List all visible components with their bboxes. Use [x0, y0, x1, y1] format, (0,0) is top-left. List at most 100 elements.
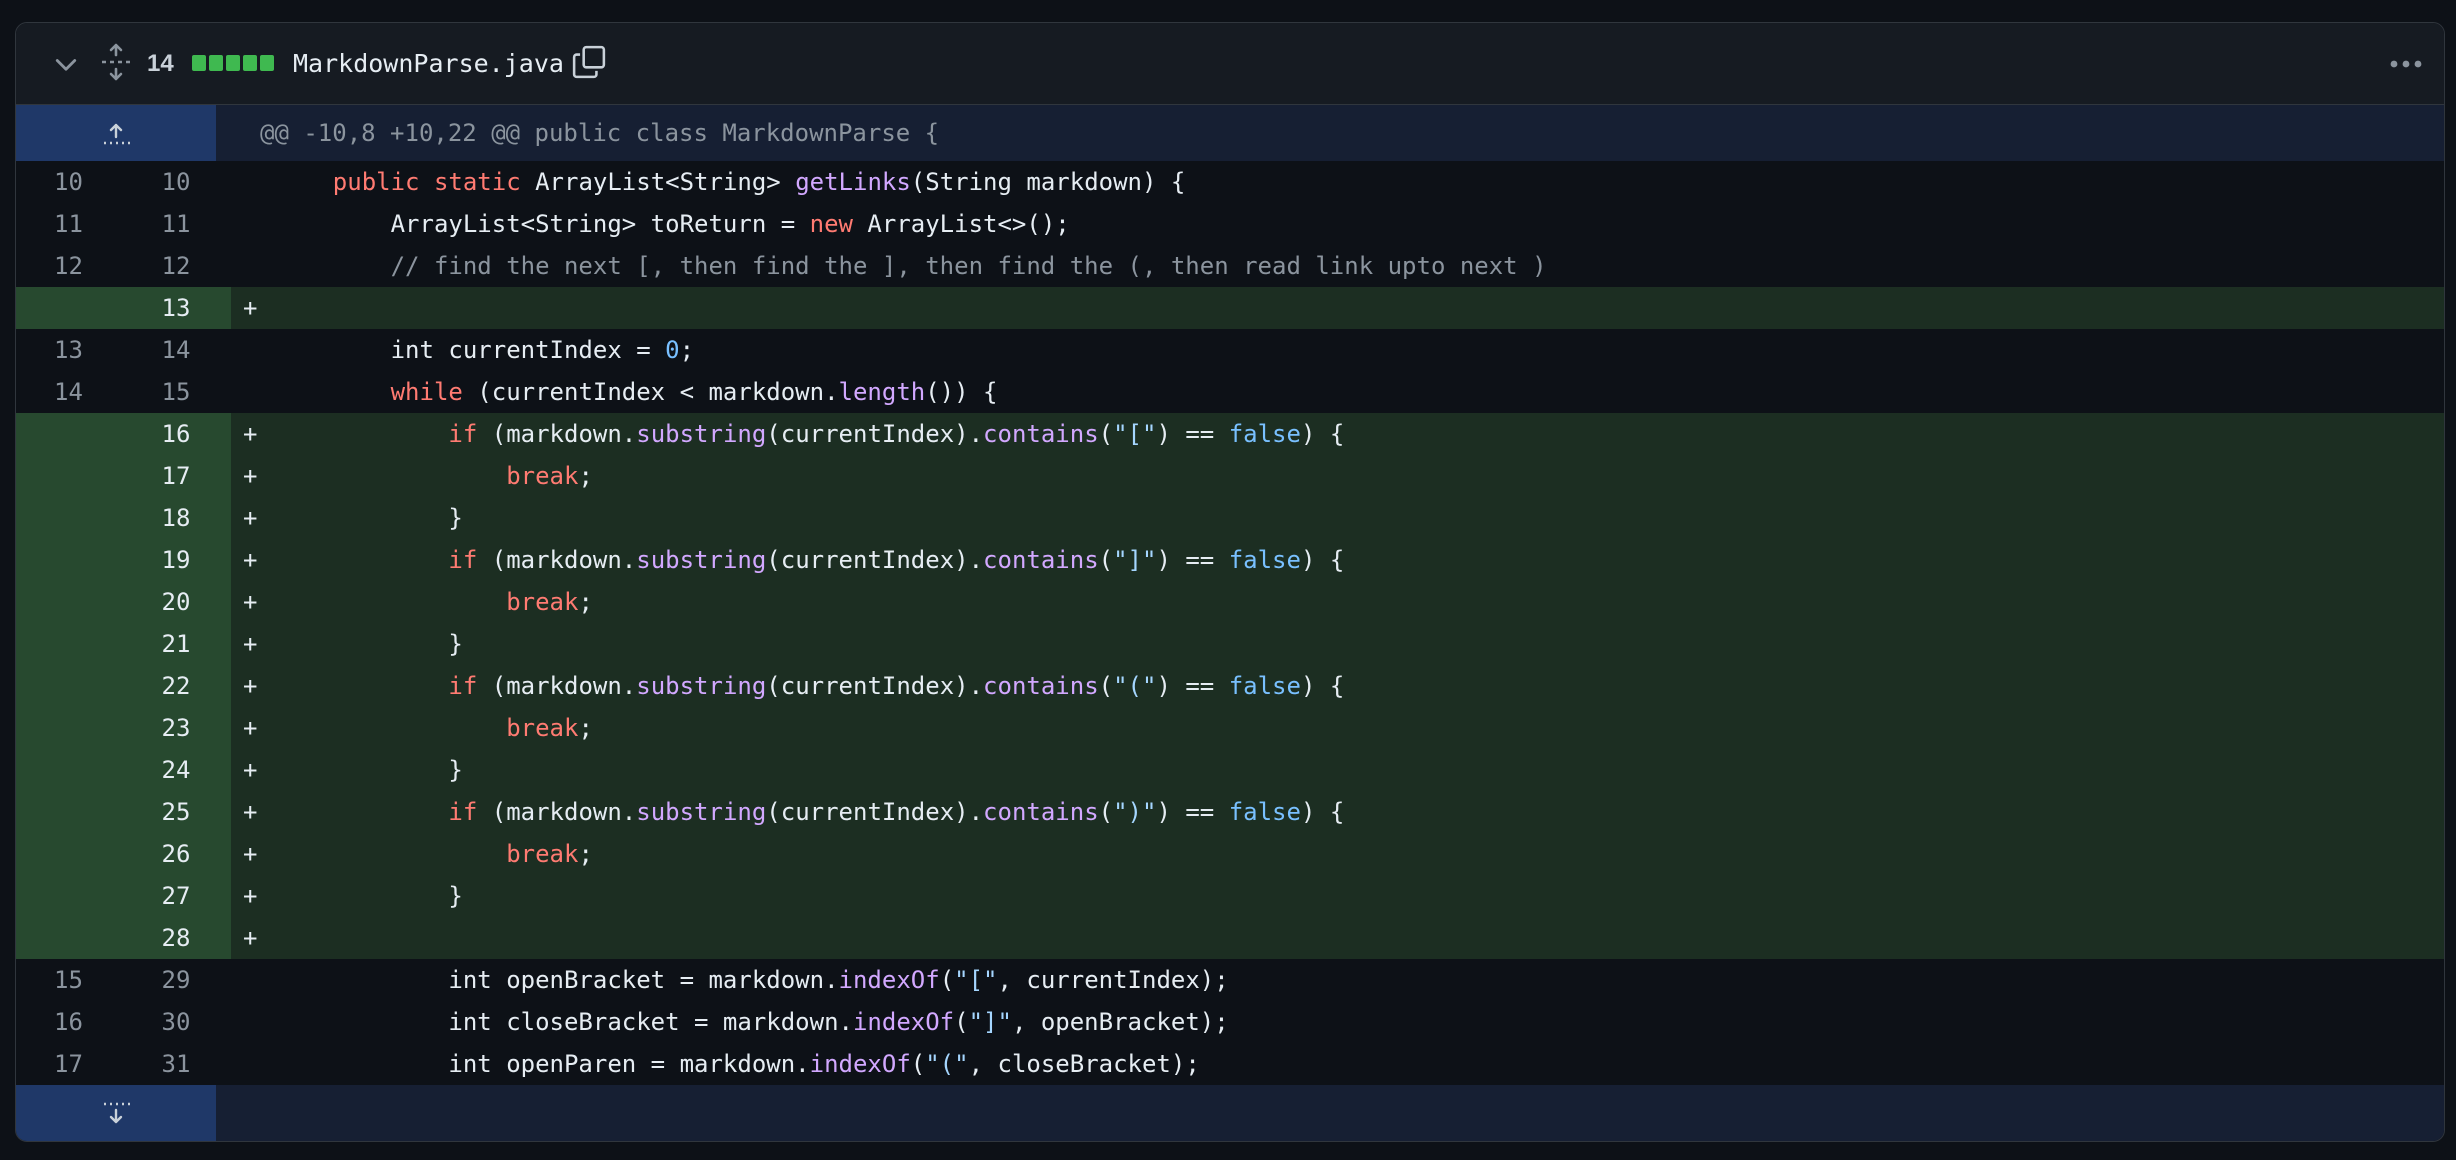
code-token: ) == — [1156, 672, 1229, 700]
diff-row-context: 12 12 // find the next [, then find the ]… — [16, 245, 2444, 287]
new-line-number[interactable]: 18 — [121, 497, 231, 539]
new-line-number[interactable]: 16 — [121, 413, 231, 455]
diff-row-added: 27 + } — [16, 875, 2444, 917]
diff-sign — [231, 203, 275, 245]
diff-row-added: 17 + break; — [16, 455, 2444, 497]
code-token: ( — [954, 1008, 969, 1036]
code-token: ) == — [1156, 546, 1229, 574]
new-line-number[interactable]: 13 — [121, 287, 231, 329]
code-token: if — [448, 420, 478, 448]
new-line-number[interactable]: 17 — [121, 455, 231, 497]
code-token: false — [1228, 546, 1301, 574]
code-line: int openParen = markdown.indexOf("(", cl… — [275, 1043, 2444, 1085]
diff-row-added: 24 + } — [16, 749, 2444, 791]
new-line-number[interactable]: 14 — [121, 329, 231, 371]
code-token: break — [506, 840, 579, 868]
code-token: ArrayList<String> toReturn = — [275, 210, 810, 238]
diffstat-blocks — [192, 55, 274, 71]
code-token: break — [506, 714, 579, 742]
old-line-number[interactable] — [16, 665, 121, 707]
old-line-number[interactable] — [16, 539, 121, 581]
code-token: ; — [578, 840, 593, 868]
old-line-number[interactable]: 17 — [16, 1043, 121, 1085]
expand-all-icon[interactable] — [100, 43, 132, 81]
code-token: "]" — [968, 1008, 1012, 1036]
code-line: break; — [275, 833, 2444, 875]
new-line-number[interactable]: 19 — [121, 539, 231, 581]
file-name-link[interactable]: MarkdownParse.java — [293, 45, 564, 83]
diff-row-context: 15 29 int openBracket = markdown.indexOf(… — [16, 959, 2444, 1001]
code-token: (currentIndex). — [766, 672, 984, 700]
new-line-number[interactable]: 24 — [121, 749, 231, 791]
code-token: ) == — [1156, 798, 1229, 826]
diff-sign: + — [243, 462, 258, 490]
code-token: int openBracket = markdown. — [275, 966, 839, 994]
code-line: if (markdown.substring(currentIndex).con… — [275, 413, 2444, 455]
old-line-number[interactable]: 15 — [16, 959, 121, 1001]
kebab-horizontal-icon[interactable] — [2386, 47, 2426, 81]
new-line-number[interactable]: 29 — [121, 959, 231, 1001]
code-line: int currentIndex = 0; — [275, 329, 2444, 371]
new-line-number[interactable]: 26 — [121, 833, 231, 875]
new-line-number[interactable]: 12 — [121, 245, 231, 287]
code-token: ()) { — [925, 378, 998, 406]
old-line-number[interactable] — [16, 623, 121, 665]
diff-table: @@ -10,8 +10,22 @@ public class Markdown… — [16, 105, 2444, 1141]
code-line: while (currentIndex < markdown.length())… — [275, 371, 2444, 413]
old-line-number[interactable] — [16, 833, 121, 875]
code-token: (currentIndex). — [766, 798, 984, 826]
old-line-number[interactable] — [16, 791, 121, 833]
old-line-number[interactable] — [16, 497, 121, 539]
new-line-number[interactable]: 23 — [121, 707, 231, 749]
code-token: contains — [983, 546, 1099, 574]
old-line-number[interactable] — [16, 749, 121, 791]
new-line-number[interactable]: 21 — [121, 623, 231, 665]
code-line: ArrayList<String> toReturn = new ArrayLi… — [275, 203, 2444, 245]
expand-up-icon — [104, 123, 130, 145]
chevron-down-icon[interactable] — [52, 50, 80, 78]
old-line-number[interactable] — [16, 707, 121, 749]
code-line: break; — [275, 581, 2444, 623]
old-line-number[interactable]: 16 — [16, 1001, 121, 1043]
code-token: ) { — [1300, 798, 1345, 826]
old-line-number[interactable] — [16, 917, 121, 959]
old-line-number[interactable]: 11 — [16, 203, 121, 245]
code-token: ) == — [1156, 420, 1229, 448]
old-line-number[interactable] — [16, 455, 121, 497]
code-line: if (markdown.substring(currentIndex).con… — [275, 791, 2444, 833]
new-line-number[interactable]: 31 — [121, 1043, 231, 1085]
code-line: // find the next [, then find the ], the… — [275, 245, 2444, 287]
new-line-number[interactable]: 22 — [121, 665, 231, 707]
old-line-number[interactable]: 12 — [16, 245, 121, 287]
diff-row-context: 10 10 public static ArrayList<String> get… — [16, 161, 2444, 203]
expand-up-button[interactable] — [16, 105, 216, 161]
code-token: contains — [983, 798, 1099, 826]
new-line-number[interactable]: 30 — [121, 1001, 231, 1043]
old-line-number[interactable] — [16, 875, 121, 917]
new-line-number[interactable]: 10 — [121, 161, 231, 203]
new-line-number[interactable]: 15 — [121, 371, 231, 413]
old-line-number[interactable] — [16, 581, 121, 623]
old-line-number[interactable] — [16, 413, 121, 455]
code-line: break; — [275, 455, 2444, 497]
old-line-number[interactable]: 13 — [16, 329, 121, 371]
new-line-number[interactable]: 25 — [121, 791, 231, 833]
old-line-number[interactable]: 14 — [16, 371, 121, 413]
new-line-number[interactable]: 27 — [121, 875, 231, 917]
new-line-number[interactable]: 28 — [121, 917, 231, 959]
code-token: substring — [636, 420, 767, 448]
old-line-number[interactable]: 10 — [16, 161, 121, 203]
new-line-number[interactable]: 11 — [121, 203, 231, 245]
diff-sign: + — [243, 840, 258, 868]
copy-icon[interactable] — [572, 45, 606, 79]
code-token: indexOf — [838, 966, 940, 994]
code-token: ) { — [1300, 420, 1345, 448]
old-line-number[interactable] — [16, 287, 121, 329]
expand-down-button[interactable] — [16, 1085, 216, 1141]
new-line-number[interactable]: 20 — [121, 581, 231, 623]
